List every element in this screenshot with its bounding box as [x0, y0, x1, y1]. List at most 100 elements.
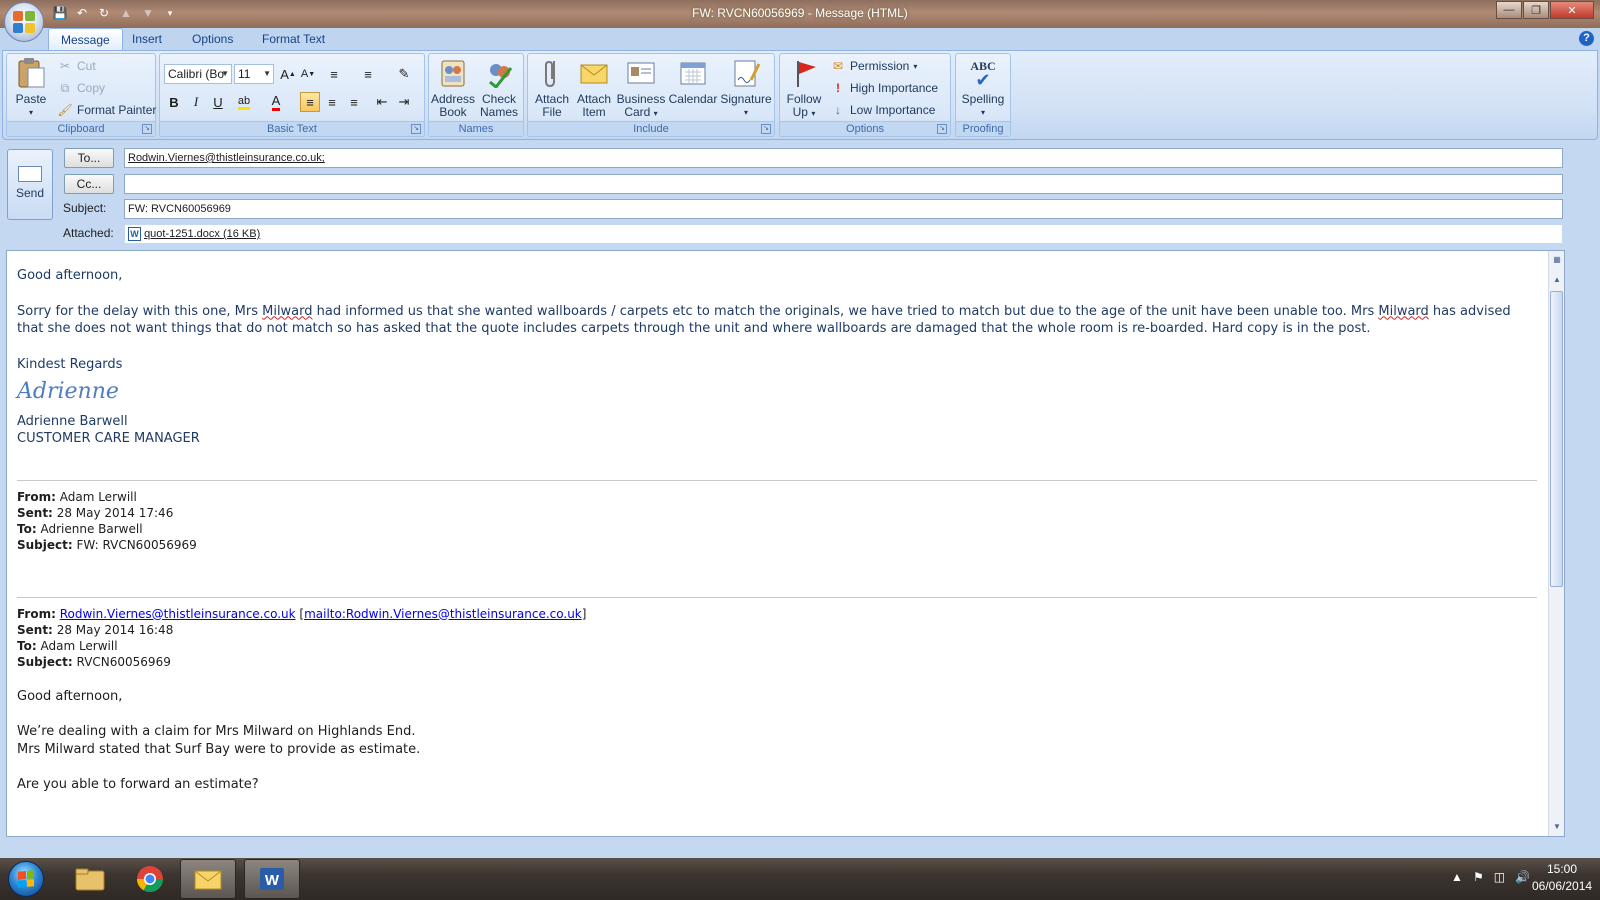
align-center-icon[interactable]: ≡ [322, 92, 342, 112]
original-line: Mrs Milward stated that Surf Bay were to… [17, 741, 421, 757]
maximize-button[interactable]: ❐ [1523, 1, 1549, 19]
forward-header-2: From: Rodwin.Viernes@thistleinsurance.co… [17, 606, 587, 669]
chevron-down-icon: ▼ [263, 69, 271, 78]
permission-button[interactable]: ✉ Permission ▾ [830, 56, 917, 76]
mailto-link[interactable]: mailto:Rodwin.Viernes@thistleinsurance.c… [304, 607, 582, 621]
numbering-icon[interactable]: ≡ [358, 64, 378, 84]
action-center-flag-icon[interactable]: ⚑ [1473, 870, 1484, 884]
attachments-field: W quot-1251.docx (16 KB) [124, 224, 1563, 244]
ruler-toggle-icon[interactable]: ▦ [1549, 253, 1564, 267]
check-names-button[interactable]: Check Names [477, 57, 521, 119]
show-hidden-icons-icon[interactable]: ▲ [1451, 870, 1463, 884]
send-envelope-icon [18, 166, 42, 182]
start-button[interactable] [8, 861, 44, 897]
clock[interactable]: 15:00 06/06/2014 [1532, 861, 1592, 895]
original-greeting: Good afternoon, [17, 688, 123, 704]
signature-title: CUSTOMER CARE MANAGER [17, 431, 200, 446]
grow-font-icon[interactable]: A ▲ [278, 64, 298, 84]
scroll-up-icon[interactable]: ▲ [1549, 273, 1564, 287]
font-size-combo[interactable]: 11 ▼ [234, 64, 274, 84]
calendar-button[interactable]: Calendar [668, 57, 718, 106]
italic-button[interactable]: I [186, 92, 206, 112]
vertical-scrollbar[interactable]: ▦ ▲ ▼ [1548, 251, 1564, 836]
address-book-button[interactable]: Address Book [431, 57, 475, 119]
network-icon[interactable]: ◫ [1494, 870, 1505, 884]
format-painter-button[interactable]: 🖌 Format Painter [57, 100, 156, 120]
attach-item-button[interactable]: Attach Item [574, 57, 614, 119]
svg-text:W: W [265, 872, 280, 889]
scroll-down-icon[interactable]: ▼ [1549, 820, 1564, 834]
to-button[interactable]: To... [64, 148, 114, 168]
high-importance-button[interactable]: ! High Importance [830, 78, 938, 98]
sender-email-link[interactable]: Rodwin.Viernes@thistleinsurance.co.uk [60, 607, 296, 621]
names-group: Address Book Check Names Names [428, 53, 524, 137]
scroll-thumb[interactable] [1550, 291, 1563, 587]
cc-button[interactable]: Cc... [64, 174, 114, 194]
basic-text-group-label: Basic Text [160, 121, 424, 136]
outlook-taskbar-button[interactable] [180, 859, 236, 899]
window-controls: — ❐ ✕ [1495, 1, 1594, 19]
message-content: Good afternoon, Sorry for the delay with… [17, 267, 1537, 794]
paste-button[interactable]: Paste ▾ [11, 57, 51, 119]
exclamation-icon: ! [836, 81, 840, 95]
include-launcher-icon[interactable]: ↘ [761, 124, 771, 134]
names-group-label: Names [429, 121, 523, 136]
bullets-icon[interactable]: ≡ [324, 64, 344, 84]
highlight-icon[interactable]: ab [234, 92, 254, 112]
tab-format-text[interactable]: Format Text [250, 28, 337, 50]
office-button[interactable] [4, 2, 44, 42]
shrink-font-icon[interactable]: A ▼ [298, 64, 318, 84]
clipboard-group: Paste ▾ ✂ Cut ⧉ Copy 🖌 Format Painter Clipb… [6, 53, 156, 137]
decrease-indent-icon[interactable]: ⇤ [372, 92, 392, 112]
options-group: Follow Up ▾ ✉ Permission ▾ ! High Importanc… [779, 53, 951, 137]
attach-file-button[interactable]: Attach File [532, 57, 572, 119]
tab-options[interactable]: Options [180, 28, 245, 50]
bold-button[interactable]: B [164, 92, 184, 112]
divider [17, 479, 1537, 481]
follow-up-button[interactable]: Follow Up ▾ [782, 57, 826, 120]
word-taskbar-button[interactable]: W [244, 859, 300, 899]
folder-icon [75, 868, 105, 891]
font-family-combo[interactable]: Calibri (Bo ▼ [164, 64, 232, 84]
clear-formatting-icon[interactable]: ✎ [394, 64, 414, 84]
spelling-button[interactable]: ABC ✔ Spelling ▾ [958, 57, 1008, 119]
basic-text-launcher-icon[interactable]: ↘ [411, 124, 421, 134]
signature-name: Adrienne Barwell [17, 413, 128, 429]
tab-insert[interactable]: Insert [120, 28, 174, 50]
align-left-icon[interactable]: ≡ [300, 92, 320, 112]
scissors-icon: ✂ [59, 59, 71, 73]
explorer-taskbar-button[interactable] [62, 859, 118, 899]
address-book-icon [437, 57, 469, 89]
body-paragraph: Sorry for the delay with this one, Mrs M… [17, 303, 1511, 337]
title-bar: 💾 ↶ ↻ ▲ ▼ ▾ FW: RVCN60056969 - Message (… [0, 0, 1600, 28]
increase-indent-icon[interactable]: ⇥ [394, 92, 414, 112]
copy-button[interactable]: ⧉ Copy [57, 78, 105, 98]
to-field[interactable]: Rodwin.Viernes@thistleinsurance.co.uk; [124, 148, 1563, 168]
font-color-icon[interactable]: A [266, 92, 286, 112]
window-title: FW: RVCN60056969 - Message (HTML) [692, 6, 908, 20]
minimize-button[interactable]: — [1496, 1, 1522, 19]
clipboard-launcher-icon[interactable]: ↘ [142, 124, 152, 134]
align-right-icon[interactable]: ≡ [344, 92, 364, 112]
low-importance-button[interactable]: ↓ Low Importance [830, 100, 935, 120]
send-button[interactable]: Send [7, 149, 53, 220]
outlook-envelope-icon [194, 870, 222, 890]
signature-button[interactable]: Signature ▾ [720, 57, 772, 119]
help-icon[interactable]: ? [1579, 31, 1594, 46]
close-button[interactable]: ✕ [1550, 1, 1594, 19]
original-line: Are you able to forward an estimate? [17, 777, 259, 792]
volume-icon[interactable]: 🔊 [1515, 870, 1530, 884]
proofing-group-label: Proofing [956, 121, 1010, 136]
message-body[interactable]: Good afternoon, Sorry for the delay with… [6, 250, 1565, 837]
subject-field[interactable]: FW: RVCN60056969 [124, 199, 1563, 219]
options-launcher-icon[interactable]: ↘ [937, 124, 947, 134]
underline-button[interactable]: U [208, 92, 228, 112]
cut-button[interactable]: ✂ Cut [57, 56, 96, 76]
cc-field[interactable] [124, 174, 1563, 194]
attachment-link[interactable]: quot-1251.docx (16 KB) [144, 228, 260, 240]
business-card-button[interactable]: Business Card ▾ [616, 57, 666, 120]
chrome-taskbar-button[interactable] [122, 859, 178, 899]
original-line: We’re dealing with a claim for Mrs Milwa… [17, 724, 416, 739]
include-group-label: Include [528, 121, 774, 136]
tab-message[interactable]: Message [48, 28, 123, 50]
